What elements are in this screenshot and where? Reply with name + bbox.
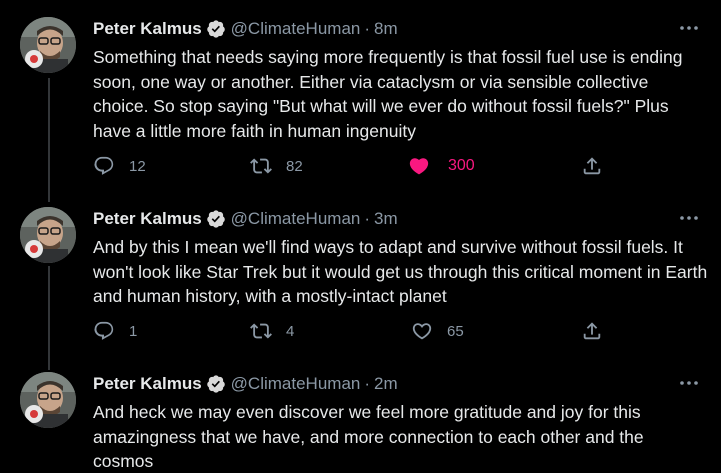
tweet-3[interactable]: Peter Kalmus @ClimateHuman · 2m And heck…: [0, 372, 721, 473]
tweet-header: Peter Kalmus @ClimateHuman · 3m: [93, 209, 398, 229]
retweet-icon: [250, 323, 272, 339]
author-name[interactable]: Peter Kalmus: [93, 19, 202, 39]
reply-count: 12: [129, 157, 146, 175]
tweet-1[interactable]: Peter Kalmus @ClimateHuman · 8m Somethin…: [0, 17, 721, 187]
verified-badge-icon: [206, 20, 225, 38]
verified-badge-icon: [206, 210, 225, 228]
retweet-count: 82: [286, 157, 303, 175]
like-count: 300: [448, 157, 475, 174]
timestamp[interactable]: 8m: [374, 19, 398, 39]
more-icon[interactable]: [679, 380, 699, 386]
verified-badge-icon: [206, 375, 225, 393]
retweet-count: 4: [286, 322, 295, 340]
tweet-header: Peter Kalmus @ClimateHuman · 8m: [93, 19, 398, 39]
author-handle[interactable]: @ClimateHuman: [231, 374, 361, 394]
share-icon: [583, 157, 601, 175]
tweet-text: And by this I mean we'll find ways to ad…: [93, 237, 708, 306]
action-bar: 1 4 65: [93, 320, 613, 344]
share-button[interactable]: [581, 155, 603, 177]
like-icon: [412, 323, 432, 340]
reply-icon: [94, 156, 114, 175]
like-button[interactable]: 300: [408, 155, 475, 177]
like-count: 65: [447, 322, 464, 340]
timestamp[interactable]: 2m: [374, 374, 398, 394]
retweet-button[interactable]: 4: [250, 320, 294, 342]
action-bar: 12 82 300: [93, 155, 613, 179]
avatar[interactable]: [20, 17, 76, 73]
reply-icon: [94, 321, 114, 340]
more-icon[interactable]: [679, 25, 699, 31]
timestamp[interactable]: 3m: [374, 209, 398, 229]
separator: ·: [364, 19, 371, 38]
avatar[interactable]: [20, 207, 76, 263]
tweet-text: And heck we may even discover we feel mo…: [93, 402, 644, 471]
like-icon: [409, 158, 429, 175]
separator: ·: [364, 374, 371, 393]
like-button[interactable]: 65: [411, 320, 464, 342]
more-icon[interactable]: [679, 215, 699, 221]
share-button[interactable]: [581, 320, 603, 342]
tweet-header: Peter Kalmus @ClimateHuman · 2m: [93, 374, 398, 394]
tweet-text: Something that needs saying more frequen…: [93, 47, 683, 141]
author-name[interactable]: Peter Kalmus: [93, 209, 202, 229]
share-icon: [583, 322, 601, 340]
author-name[interactable]: Peter Kalmus: [93, 374, 202, 394]
reply-button[interactable]: 12: [93, 155, 146, 177]
retweet-icon: [250, 158, 272, 174]
tweet-2[interactable]: Peter Kalmus @ClimateHuman · 3m And by t…: [0, 207, 721, 357]
author-handle[interactable]: @ClimateHuman: [231, 209, 361, 229]
reply-count: 1: [129, 322, 138, 340]
retweet-button[interactable]: 82: [250, 155, 303, 177]
reply-button[interactable]: 1: [93, 320, 137, 342]
avatar[interactable]: [20, 372, 76, 428]
separator: ·: [364, 209, 371, 228]
author-handle[interactable]: @ClimateHuman: [231, 19, 361, 39]
